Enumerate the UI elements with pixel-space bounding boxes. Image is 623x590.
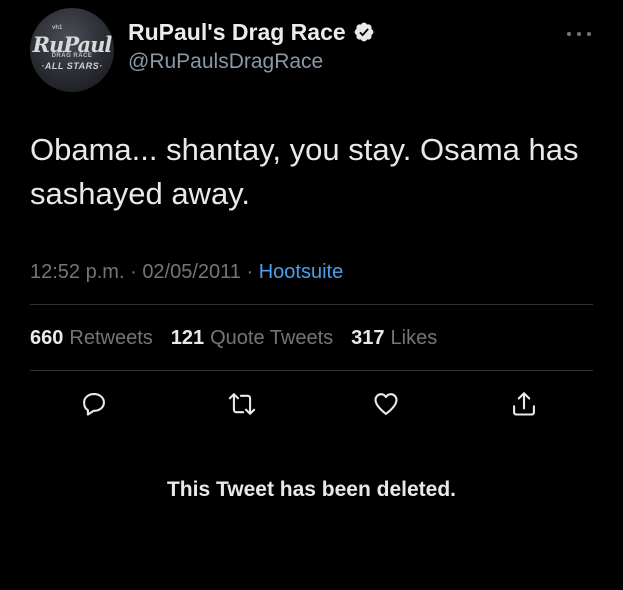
tweet-date[interactable]: 02/05/2011 [142,261,241,283]
avatar-logo-bottom: ·ALL STARS· [41,61,103,71]
retweets-stat[interactable]: 660 Retweets [30,324,153,352]
reply-icon[interactable] [78,388,110,420]
avatar-vh1-text: vh1 [52,25,63,31]
avatar[interactable]: vh1 RuPaul DRAG RACE ·ALL STARS· [30,8,114,92]
user-handle[interactable]: @RuPaulsDragRace [128,48,375,76]
meta-separator: · [130,261,137,283]
like-icon[interactable] [370,388,402,420]
tweet-card: vh1 RuPaul DRAG RACE ·ALL STARS· RuPaul'… [0,0,623,590]
likes-label: Likes [390,327,438,349]
tweet-time[interactable]: 12:52 p.m. [30,261,125,283]
more-dot [567,32,571,36]
tweet-text: Obama... shantay, you stay. Osama has sa… [30,132,579,211]
author-info: RuPaul's Drag Race @RuPaulsDragRace [128,18,375,76]
more-options-icon[interactable] [567,30,591,38]
quote-tweets-label: Quote Tweets [210,327,334,349]
deleted-notice: This Tweet has been deleted. [166,478,457,501]
tweet-actions [78,388,568,424]
retweet-icon[interactable] [226,388,258,420]
likes-count: 317 [351,327,385,349]
display-name[interactable]: RuPaul's Drag Race [128,18,346,46]
meta-separator: · [246,261,254,283]
retweets-label: Retweets [69,327,153,349]
tweet-header: vh1 RuPaul DRAG RACE ·ALL STARS· RuPaul'… [30,8,375,92]
verified-badge-icon [353,21,375,43]
tweet-stats: 660 Retweets 121 Quote Tweets 317 Likes [30,324,437,352]
avatar-logo-mid: DRAG RACE [51,53,93,59]
share-icon[interactable] [508,388,540,420]
divider [30,370,593,371]
more-dot [587,32,591,36]
tweet-meta: 12:52 p.m. · 02/05/2011 · Hootsuite [30,258,343,286]
likes-stat[interactable]: 317 Likes [351,324,437,352]
tweet-source-link[interactable]: Hootsuite [259,261,344,283]
divider [30,304,593,305]
more-dot [577,32,581,36]
display-name-row: RuPaul's Drag Race [128,18,375,46]
quote-tweets-count: 121 [170,327,205,349]
quote-tweets-stat[interactable]: 121 Quote Tweets [171,324,333,352]
retweets-count: 660 [30,327,64,349]
